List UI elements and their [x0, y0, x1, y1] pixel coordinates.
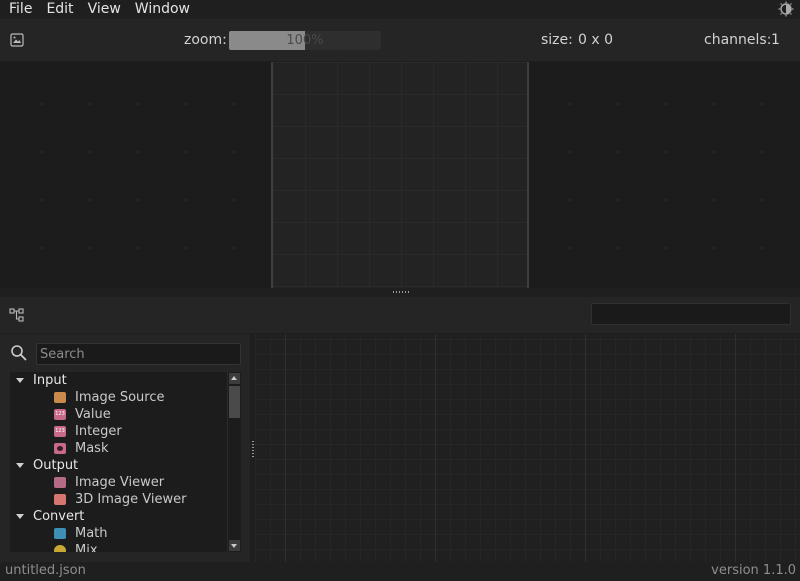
category-convert[interactable]: Convert: [10, 508, 227, 525]
search-icon: [11, 345, 27, 361]
number-icon: 123: [54, 426, 66, 437]
mix-icon: [54, 545, 66, 552]
menu-view[interactable]: View: [79, 0, 126, 18]
menu-edit[interactable]: Edit: [37, 0, 78, 18]
image-icon: [54, 477, 66, 488]
node-item-3d-image-viewer[interactable]: 3D Image Viewer: [10, 491, 227, 508]
node-label: Mask: [75, 441, 109, 456]
category-label: Convert: [33, 509, 85, 524]
zoom-slider[interactable]: 100%: [229, 31, 381, 50]
node-label: Mix: [75, 543, 98, 552]
image-viewer[interactable]: [0, 62, 800, 288]
category-label: Output: [33, 458, 79, 473]
chevron-down-icon[interactable]: [16, 514, 24, 519]
node-item-math[interactable]: Math: [10, 525, 227, 542]
number-icon: 123: [54, 409, 66, 420]
node-tree-scrollbar[interactable]: [227, 372, 241, 552]
category-input[interactable]: Input: [10, 372, 227, 389]
image-icon: [54, 392, 66, 403]
viewer-toolbar: zoom: 100% size: 0 x 0 channels: 1: [0, 19, 800, 61]
zoom-label: zoom:: [184, 32, 227, 48]
node-item-integer[interactable]: 123 Integer: [10, 423, 227, 440]
chevron-down-icon[interactable]: [16, 463, 24, 468]
menu-window[interactable]: Window: [126, 0, 195, 18]
channels-label: channels:: [704, 32, 772, 48]
category-label: Input: [33, 373, 67, 388]
file-name: untitled.json: [5, 563, 86, 578]
status-bar: untitled.json version 1.1.0: [0, 562, 800, 581]
node-item-image-source[interactable]: Image Source: [10, 389, 227, 406]
node-label: Value: [75, 407, 111, 422]
node-library-panel: Input Image Source 123 Value 123 Integer…: [0, 334, 250, 562]
theme-toggle-icon[interactable]: [778, 1, 794, 17]
cube-icon: [54, 494, 66, 505]
node-label: Image Source: [75, 390, 165, 405]
scroll-up-arrow-icon[interactable]: [229, 373, 240, 384]
graph-toolbar: [0, 297, 800, 333]
scroll-down-arrow-icon[interactable]: [229, 540, 240, 551]
node-graph-icon[interactable]: [9, 307, 25, 323]
size-label: size:: [541, 32, 573, 48]
chevron-down-icon[interactable]: [16, 378, 24, 383]
node-label: 3D Image Viewer: [75, 492, 187, 507]
splitter-grip-icon[interactable]: [252, 441, 254, 458]
node-item-value[interactable]: 123 Value: [10, 406, 227, 423]
scrollbar-thumb[interactable]: [229, 386, 240, 418]
node-item-mask[interactable]: Mask: [10, 440, 227, 457]
splitter-grip-icon[interactable]: [393, 291, 410, 293]
node-label: Integer: [75, 424, 122, 439]
image-frame: [271, 62, 529, 288]
mask-icon: [54, 443, 66, 454]
app-version: version 1.1.0: [711, 563, 796, 578]
image-icon[interactable]: [10, 33, 24, 47]
calculator-icon: [54, 528, 66, 539]
node-label: Image Viewer: [75, 475, 165, 490]
node-tree: Input Image Source 123 Value 123 Integer…: [10, 372, 227, 552]
graph-search-input[interactable]: [591, 303, 791, 325]
node-graph-canvas[interactable]: [255, 334, 800, 562]
zoom-value: 100%: [286, 33, 324, 48]
size-value: 0 x 0: [578, 32, 613, 48]
menu-file[interactable]: File: [0, 0, 37, 18]
channels-value: 1: [771, 32, 780, 48]
menu-bar: File Edit View Window: [0, 0, 800, 18]
node-item-image-viewer[interactable]: Image Viewer: [10, 474, 227, 491]
node-label: Math: [75, 526, 108, 541]
category-output[interactable]: Output: [10, 457, 227, 474]
node-item-mix[interactable]: Mix: [10, 542, 227, 552]
node-search-input[interactable]: [36, 343, 241, 365]
